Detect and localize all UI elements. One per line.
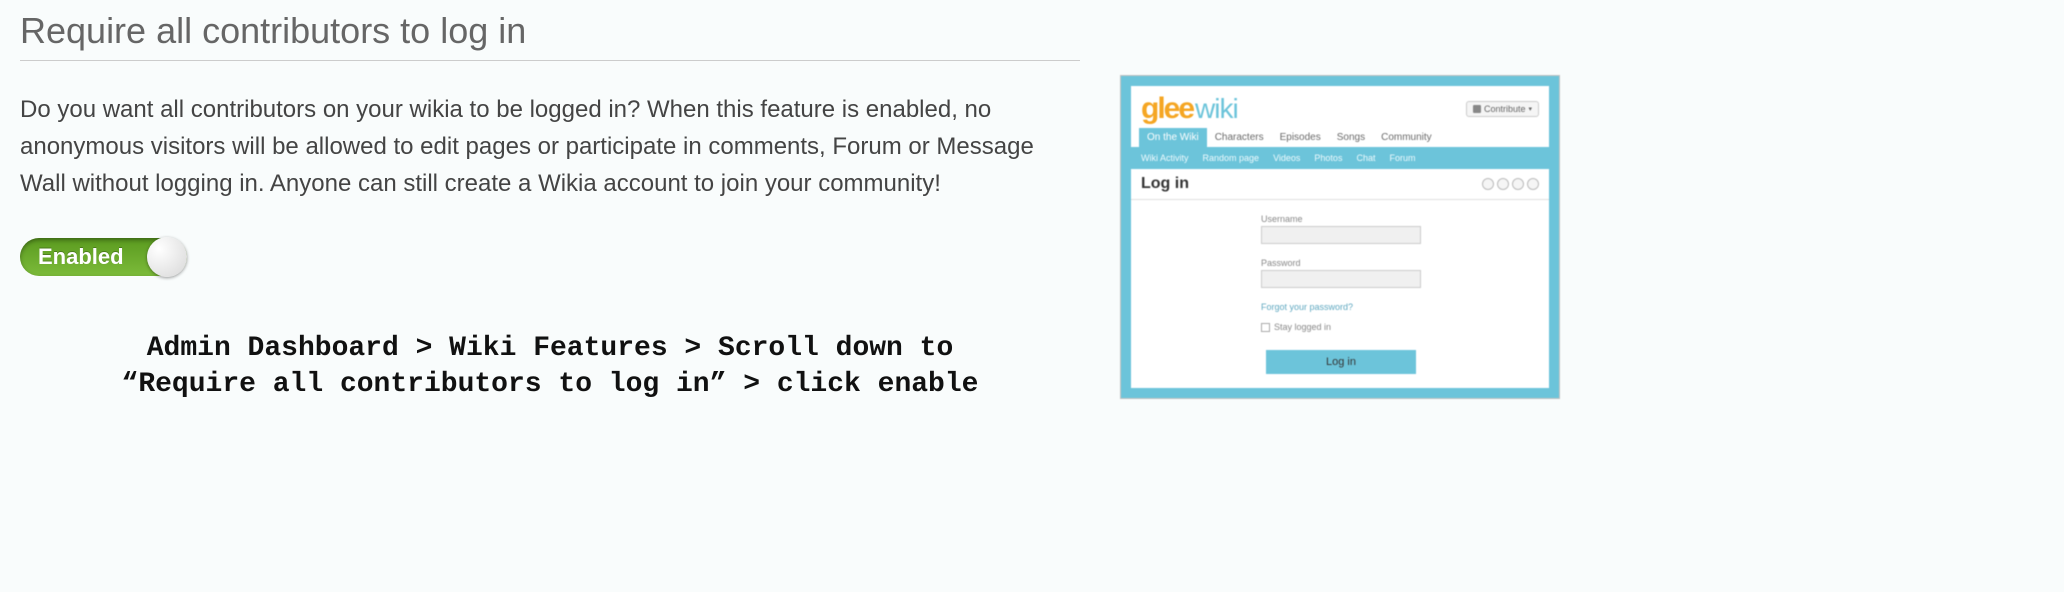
password-input[interactable] (1261, 270, 1421, 288)
section-description: Do you want all contributors on your wik… (20, 91, 1080, 203)
login-button[interactable]: Log in (1266, 350, 1416, 374)
chevron-down-icon: ▾ (1528, 105, 1532, 113)
preview-tabs: On the Wiki Characters Episodes Songs Co… (1131, 128, 1549, 147)
social-icon[interactable] (1497, 178, 1509, 190)
contribute-button[interactable]: Contribute ▾ (1466, 101, 1539, 117)
social-icon[interactable] (1512, 178, 1524, 190)
subtab-photos[interactable]: Photos (1314, 153, 1342, 163)
social-icon[interactable] (1482, 178, 1494, 190)
section-title: Require all contributors to log in (20, 10, 1080, 61)
subtab-random-page[interactable]: Random page (1203, 153, 1260, 163)
logo-bold: glee (1141, 92, 1193, 126)
tab-characters[interactable]: Characters (1207, 128, 1272, 147)
login-title: Log in (1141, 175, 1189, 193)
subtab-videos[interactable]: Videos (1273, 153, 1300, 163)
social-icon[interactable] (1527, 178, 1539, 190)
instructions-line-1: Admin Dashboard > Wiki Features > Scroll… (40, 331, 1060, 367)
tab-songs[interactable]: Songs (1329, 128, 1373, 147)
tab-on-the-wiki[interactable]: On the Wiki (1139, 128, 1207, 147)
username-label: Username (1261, 214, 1539, 224)
stay-logged-in-checkbox[interactable] (1261, 323, 1270, 332)
stay-logged-in-label: Stay logged in (1274, 322, 1331, 332)
preview-screenshot: glee wiki Contribute ▾ On the Wiki Chara… (1120, 75, 1560, 399)
forgot-password-link[interactable]: Forgot your password? (1261, 302, 1539, 312)
tab-community[interactable]: Community (1373, 128, 1440, 147)
preview-logo: glee wiki (1141, 92, 1238, 126)
toggle-knob-icon (147, 237, 187, 277)
instructions-line-2: “Require all contributors to log in” > c… (40, 367, 1060, 403)
subtab-chat[interactable]: Chat (1356, 153, 1375, 163)
username-input[interactable] (1261, 226, 1421, 244)
toggle-label: Enabled (38, 244, 124, 270)
instructions-text: Admin Dashboard > Wiki Features > Scroll… (20, 331, 1080, 404)
enabled-toggle[interactable]: Enabled (20, 238, 187, 276)
subtab-wiki-activity[interactable]: Wiki Activity (1141, 153, 1189, 163)
password-label: Password (1261, 258, 1539, 268)
logo-light: wiki (1195, 93, 1238, 125)
tab-episodes[interactable]: Episodes (1272, 128, 1329, 147)
social-icons (1482, 178, 1539, 190)
subtab-forum[interactable]: Forum (1389, 153, 1415, 163)
preview-subtabs: Wiki Activity Random page Videos Photos … (1131, 147, 1549, 169)
